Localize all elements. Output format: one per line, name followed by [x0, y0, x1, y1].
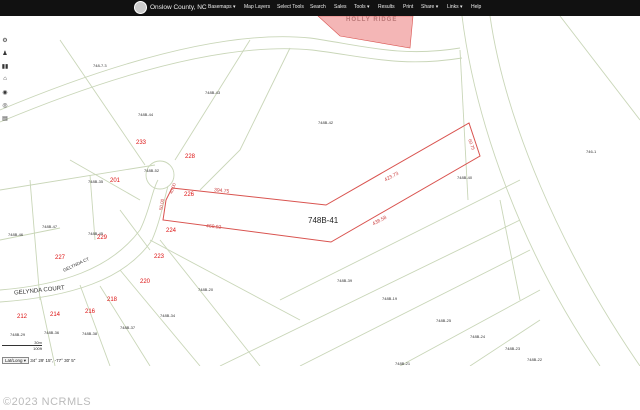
pin-icon[interactable]: ◉ — [1, 87, 9, 97]
nav-select-tools[interactable]: Select Tools — [277, 4, 304, 10]
parcel-label: 748B-19 — [382, 296, 398, 301]
parcel-label: 748B-42 — [318, 120, 334, 125]
nav-results[interactable]: Results — [378, 4, 395, 10]
county-seal-icon — [134, 1, 147, 14]
address-pin[interactable]: 227 — [55, 255, 65, 261]
parcel-label: 748B-21 — [395, 361, 411, 366]
map-canvas[interactable]: ⚙ ♟ ▮▮ ⌂ ◉ ◎ ▤ HOLLY RIDGE 748B-41 423.7… — [0, 16, 640, 366]
parcel-label: 746-1 — [586, 149, 597, 154]
nav-help[interactable]: Help — [471, 4, 481, 10]
nav-sales[interactable]: Sales — [334, 4, 347, 10]
parcel-lines — [0, 16, 640, 366]
nav-share[interactable]: Share ▾ — [421, 4, 438, 10]
address-pin[interactable]: 224 — [166, 228, 176, 234]
parcel-label: 748B-39 — [337, 278, 353, 283]
parcel-label: 748B-22 — [527, 357, 543, 362]
address-pin[interactable]: 226 — [184, 192, 194, 198]
parcel-label: 748-7.3 — [93, 63, 107, 68]
coordinate-value: 34° 29' 15", -77° 30' 5" — [30, 358, 76, 363]
nav-search[interactable]: Search — [310, 4, 326, 10]
nav-basemaps[interactable]: Basemaps ▾ — [208, 4, 236, 10]
map-toolbar: ⚙ ♟ ▮▮ ⌂ ◉ ◎ ▤ — [1, 35, 9, 126]
eye-icon[interactable]: ◎ — [1, 100, 9, 110]
parcel-label: 748B-24 — [470, 334, 486, 339]
parcel-label: 748B-35 — [88, 179, 104, 184]
footer-copyright: ©2023 NCRMLS — [3, 396, 92, 408]
parcel-map — [0, 16, 640, 366]
parcel-label: 748B-36 — [44, 330, 60, 335]
coordinate-mode-select[interactable]: Lat/Long ▾ — [2, 357, 30, 364]
nav-tools[interactable]: Tools ▾ — [354, 4, 370, 10]
address-pin[interactable]: 223 — [154, 254, 164, 260]
parcel-label: 748B-44 — [138, 112, 154, 117]
parcel-label: 748B-47 — [42, 224, 58, 229]
address-pin[interactable]: 220 — [140, 279, 150, 285]
person-icon[interactable]: ♟ — [1, 48, 9, 58]
scale-bottom: 100ft — [33, 346, 42, 351]
address-pin[interactable]: 233 — [136, 140, 146, 146]
parcel-label: 748B-34 — [160, 313, 176, 318]
app-title: Onslow County, NC — [150, 4, 207, 11]
brand[interactable]: Onslow County, NC — [134, 1, 207, 14]
binoculars-icon[interactable]: ▮▮ — [1, 61, 9, 71]
parcel-label: 748B-29 — [10, 332, 26, 337]
top-navbar: Onslow County, NC Basemaps ▾ Map Layers … — [0, 0, 640, 16]
address-pin[interactable]: 212 — [17, 314, 27, 320]
nav-links[interactable]: Links ▾ — [447, 4, 463, 10]
address-pin[interactable]: 214 — [50, 312, 60, 318]
address-pin[interactable]: 201 — [110, 178, 120, 184]
address-pin[interactable]: 218 — [107, 297, 117, 303]
parcel-label: 748B-40 — [457, 175, 473, 180]
selected-parcel-id: 748B-41 — [308, 216, 339, 225]
parcel-label: 748B-52 — [144, 168, 160, 173]
parcel-label: 748B-46 — [8, 232, 24, 237]
address-pin[interactable]: 216 — [85, 309, 95, 315]
parcel-label: 748B-25 — [436, 318, 452, 323]
parcel-label: 748B-20 — [198, 287, 214, 292]
parcel-label: 748B-43 — [205, 90, 221, 95]
nav-print[interactable]: Print — [403, 4, 413, 10]
home-icon[interactable]: ⌂ — [1, 74, 9, 84]
parcel-label: 748B-23 — [505, 346, 521, 351]
scale-bar: 30m 100ft — [2, 340, 42, 351]
parcel-label: 748B-38 — [82, 331, 98, 336]
nav-map-layers[interactable]: Map Layers — [244, 4, 270, 10]
gear-icon[interactable]: ⚙ — [1, 35, 9, 45]
parcel-label: 748B-37 — [120, 325, 136, 330]
address-pin[interactable]: 228 — [185, 154, 195, 160]
trash-icon[interactable]: ▤ — [1, 113, 9, 123]
coordinate-readout: Lat/Long ▾ 34° 29' 15", -77° 30' 5" — [2, 357, 76, 364]
parcel-label: 748B-45 — [88, 231, 104, 236]
town-label: HOLLY RIDGE — [346, 17, 398, 23]
